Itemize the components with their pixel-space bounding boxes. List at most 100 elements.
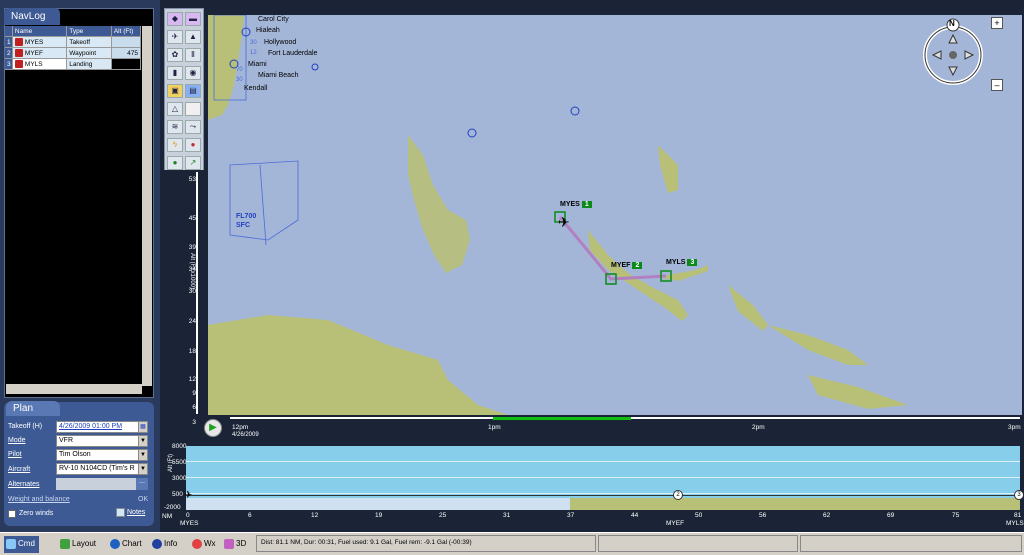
aircraft-select[interactable]: RV-10 N104CD (Tim's R ▼	[56, 463, 148, 475]
navlog-header-row: Name Type Alt (Ft)	[5, 26, 142, 37]
map-layer-icon[interactable]: ▮	[167, 66, 183, 80]
waypoint-type: Landing	[67, 59, 112, 69]
waypoint-label-myef[interactable]: MYEF 2	[611, 262, 643, 269]
navlog-horizontal-scrollbar[interactable]	[6, 384, 142, 394]
alternates-label[interactable]: Alternates	[8, 481, 40, 488]
airport-layer-icon[interactable]: ◆	[167, 12, 183, 26]
ndb-layer-icon[interactable]: ✿	[167, 48, 183, 62]
time-tick: 3pm	[1008, 424, 1021, 431]
profile-marker[interactable]: 3	[1014, 490, 1024, 500]
vor-icon[interactable]	[311, 63, 319, 71]
tab-cmd[interactable]: Cmd	[4, 536, 39, 553]
waypoint-name: MYLS	[24, 61, 43, 68]
zoom-in-button[interactable]: +	[991, 17, 1003, 29]
globe-icon[interactable]: ●	[167, 156, 183, 170]
navlog-title[interactable]: NavLog	[4, 8, 60, 25]
tab-info[interactable]: Info	[150, 536, 181, 553]
waypoint-alt[interactable]	[111, 37, 142, 47]
time-tick: 2pm	[752, 424, 765, 431]
map-view[interactable]: ✈ Carol City Hialeah Hollywood Fort Laud…	[208, 15, 1022, 415]
alternates-button[interactable]: ...	[136, 478, 148, 490]
navlog-header-name[interactable]: Name	[12, 26, 68, 36]
weight-balance-link[interactable]: Weight and balance	[8, 496, 70, 503]
pilot-label[interactable]: Pilot	[8, 451, 22, 458]
profile-chart[interactable]: 2 3 ✈	[184, 446, 1024, 510]
cuba-coast	[208, 315, 508, 415]
tab-chart[interactable]: Chart	[108, 536, 146, 553]
pilot-select[interactable]: Tim Olson ▼	[56, 449, 148, 461]
plan-title[interactable]: Plan	[6, 401, 60, 416]
waypoint-number: 3	[687, 259, 698, 266]
wind-barb-icon[interactable]: ⤳	[185, 120, 201, 134]
row-number: 3	[5, 59, 13, 69]
tab-label: Cmd	[18, 539, 35, 548]
zero-winds-label[interactable]: Zero winds	[19, 510, 53, 517]
alt-tick: 53	[188, 176, 196, 183]
dist-tick: 25	[439, 512, 447, 519]
profile-alt-tick: 8000	[172, 443, 187, 450]
alt-tick: 3	[192, 419, 196, 426]
navlog-header-alt[interactable]: Alt (Ft)	[111, 26, 142, 36]
layer-toolbox: ◆ ▬ ✈ ▲ ✿ Ⅱ ▮ ◉ ▣ ▤ △ ≋ ⤳ ϟ ● ● ↗	[164, 8, 204, 172]
waypoint-alt[interactable]: 475	[111, 48, 142, 58]
tab-3d[interactable]: 3D	[222, 536, 250, 553]
alt-tick: 6	[192, 404, 196, 411]
dist-tick: 50	[695, 512, 703, 519]
time-tick: 12pm	[232, 424, 249, 431]
weather-icon[interactable]: ●	[185, 138, 201, 152]
navlog-header-type[interactable]: Type	[67, 26, 112, 36]
play-button[interactable]: ▶	[204, 419, 222, 437]
airport-icon[interactable]	[570, 106, 580, 116]
sectional-layer-icon[interactable]: ▣	[167, 84, 183, 98]
winds-layer-icon[interactable]: ≋	[167, 120, 183, 134]
vor-layer-icon[interactable]: ✈	[167, 30, 183, 44]
mode-select[interactable]: VFR ▼	[56, 435, 148, 447]
waypoint-alt[interactable]	[111, 59, 142, 69]
waypoint-type: Waypoint	[67, 48, 112, 58]
takeoff-field[interactable]: 4/26/2009 01:00 PM ▦	[56, 421, 148, 433]
navlog-row[interactable]: 3 MYLS Landing	[5, 59, 142, 70]
altitude-slider-track[interactable]	[196, 172, 198, 414]
airport-icon[interactable]	[467, 128, 477, 138]
waypoint-number: 1	[581, 201, 592, 208]
grid-line	[186, 477, 1020, 478]
compass-control[interactable]: N	[918, 17, 988, 87]
flight-time-range	[493, 417, 631, 420]
weight-balance-ok[interactable]: OK	[138, 496, 148, 503]
waypoint-name: MYES	[560, 201, 580, 208]
waypoint-label-myes[interactable]: MYES 1	[560, 201, 592, 208]
calendar-icon[interactable]: ▦	[138, 422, 147, 432]
radar-layer-icon[interactable]: ◉	[185, 66, 201, 80]
terrain-layer-icon[interactable]: ▲	[185, 30, 201, 44]
chevron-down-icon[interactable]: ▼	[138, 464, 147, 474]
lightning-icon[interactable]: ϟ	[167, 138, 183, 152]
navlog-vertical-scrollbar[interactable]	[142, 26, 152, 386]
alternates-field[interactable]	[56, 478, 136, 490]
navlog-row[interactable]: 1 MYES Takeoff	[5, 37, 142, 48]
chevron-down-icon[interactable]: ▼	[138, 450, 147, 460]
obstacle-layer-icon[interactable]: Ⅱ	[185, 48, 201, 62]
tab-wx[interactable]: Wx	[190, 536, 220, 553]
chevron-down-icon[interactable]: ▼	[138, 436, 147, 446]
satellite-layer-icon[interactable]: ▤	[185, 84, 201, 98]
alt-tick: 24	[188, 318, 196, 325]
airspace-alt: 12	[250, 50, 257, 56]
tab-layout[interactable]: Layout	[58, 536, 100, 553]
mode-label: Mode	[8, 437, 26, 444]
waypoint-label-myls[interactable]: MYLS 3	[666, 259, 698, 266]
arrow-icon[interactable]: ↗	[185, 156, 201, 170]
dist-tick: 75	[952, 512, 960, 519]
notes-link[interactable]: Notes	[127, 509, 145, 516]
navlog-row[interactable]: 2 MYEF Waypoint 475	[5, 48, 142, 59]
zero-winds-checkbox[interactable]	[8, 510, 16, 518]
blank-layer-icon[interactable]	[185, 102, 201, 116]
tfr-layer-icon[interactable]: △	[167, 102, 183, 116]
waypoint-type: Takeoff	[67, 37, 112, 47]
aircraft-label[interactable]: Aircraft	[8, 466, 30, 473]
notes-icon[interactable]	[116, 508, 125, 517]
zoom-out-button[interactable]: –	[991, 79, 1003, 91]
airspace-alt: 30	[236, 77, 243, 83]
profile-marker[interactable]: 2	[673, 490, 683, 500]
time-bar[interactable]: ▶ 12pm 4/26/2009 1pm 2pm 3pm	[200, 416, 1024, 440]
airspace-layer-icon[interactable]: ▬	[185, 12, 201, 26]
